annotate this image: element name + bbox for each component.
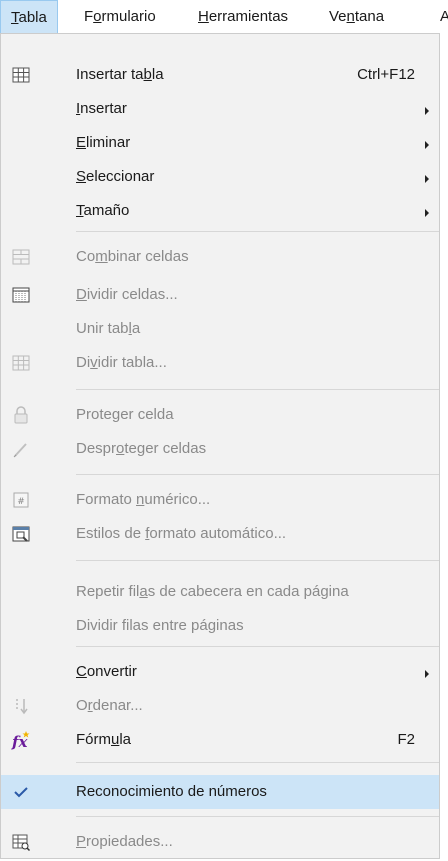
menu-item-formato-numerico[interactable]: # Formato numérico... (1, 483, 439, 517)
menu-item-dividir-tabla[interactable]: Dividir tabla... (1, 346, 439, 380)
menu-item-desproteger-celdas[interactable]: Desproteger celdas (1, 432, 439, 466)
menu-item-tamano[interactable]: Tamaño (1, 194, 439, 228)
sort-icon (16, 699, 28, 715)
menu-item-repetir-filas[interactable]: Repetir filas de cabecera en cada página (1, 575, 439, 609)
menu-item-dividir-filas[interactable]: Dividir filas entre páginas (1, 609, 439, 643)
number-format-icon: # (13, 492, 29, 508)
menu-item-label: Ordenar... (76, 697, 143, 714)
table-insert-icon (12, 67, 30, 83)
menu-item-proteger-celda[interactable]: Proteger celda (1, 398, 439, 432)
tabla-dropdown-menu: Insertar tabla Ctrl+F12 Insertar Elimina… (0, 33, 440, 859)
menu-item-seleccionar[interactable]: Seleccionar (1, 160, 439, 194)
menu-item-insertar-tabla[interactable]: Insertar tabla Ctrl+F12 (1, 58, 439, 92)
lock-icon (14, 406, 28, 424)
separator (76, 231, 439, 232)
menu-item-label: Convertir (76, 663, 137, 680)
menu-herramientas[interactable]: Herramientas (188, 0, 298, 34)
menu-item-label: Insertar (76, 100, 127, 117)
submenu-arrow-icon (425, 175, 429, 183)
checkmark-icon (14, 787, 28, 798)
menu-item-label: Seleccionar (76, 168, 155, 185)
menu-item-label: Dividir celdas... (76, 286, 178, 303)
split-table-icon (12, 355, 30, 371)
menu-item-formula[interactable]: fx Fórmula F2 (1, 723, 439, 757)
menu-item-label: Formato numérico... (76, 491, 211, 508)
menu-item-insertar[interactable]: Insertar (1, 92, 439, 126)
menu-item-label: Desproteger celdas (76, 440, 207, 457)
table-properties-icon (12, 834, 31, 852)
split-cells-icon (12, 287, 30, 303)
separator (76, 762, 439, 763)
menu-item-reconocimiento-numeros[interactable]: Reconocimiento de números (1, 775, 439, 809)
menu-item-label: Dividir tabla... (76, 354, 167, 371)
menu-item-label: Insertar tabla (76, 66, 164, 83)
menu-ventana[interactable]: Ventana (319, 0, 394, 34)
formula-icon: fx (11, 731, 30, 750)
menu-item-propiedades[interactable]: Propiedades... (1, 825, 439, 859)
separator (76, 389, 439, 390)
separator (76, 646, 439, 647)
submenu-arrow-icon (425, 141, 429, 149)
menu-ayuda-partial[interactable]: A (430, 0, 448, 34)
menu-item-eliminar[interactable]: Eliminar (1, 126, 439, 160)
pencil-icon (13, 443, 27, 458)
separator (76, 474, 439, 475)
menu-item-label: Fórmula (76, 731, 132, 748)
menu-item-label: Eliminar (76, 134, 131, 151)
menu-formulario[interactable]: Formulario (74, 0, 166, 34)
menu-tabla[interactable]: Tabla (0, 0, 58, 34)
menu-item-label: Proteger celda (76, 406, 174, 423)
menu-item-label: Dividir filas entre páginas (76, 617, 244, 634)
menu-item-estilos-formato[interactable]: Estilos de formato automático... (1, 517, 439, 551)
menu-item-label: Tamaño (76, 202, 130, 219)
menu-item-combinar-celdas[interactable]: Combinar celdas (1, 240, 439, 274)
svg-text:#: # (17, 497, 25, 507)
menu-item-unir-tabla[interactable]: Unir tabla (1, 312, 439, 346)
separator (76, 816, 439, 817)
menu-item-dividir-celdas[interactable]: Dividir celdas... (1, 278, 439, 312)
shortcut-label: F2 (397, 731, 415, 748)
menu-item-label: Repetir filas de cabecera en cada página (76, 583, 349, 600)
menu-item-label: Reconocimiento de números (76, 783, 267, 800)
submenu-arrow-icon (425, 209, 429, 217)
menu-bar: Tabla Formulario Herramientas Ventana A (0, 0, 448, 34)
separator (76, 560, 439, 561)
submenu-arrow-icon (425, 670, 429, 678)
menu-item-label: Propiedades... (76, 833, 173, 850)
menu-item-ordenar[interactable]: Ordenar... (1, 689, 439, 723)
menu-item-convertir[interactable]: Convertir (1, 655, 439, 689)
menu-item-label: Unir tabla (76, 320, 141, 337)
submenu-arrow-icon (425, 107, 429, 115)
shortcut-label: Ctrl+F12 (357, 66, 415, 83)
menu-item-label: Combinar celdas (76, 248, 189, 265)
menu-item-label: Estilos de formato automático... (76, 525, 287, 542)
merge-cells-icon (12, 249, 30, 265)
autoformat-icon (12, 526, 30, 542)
